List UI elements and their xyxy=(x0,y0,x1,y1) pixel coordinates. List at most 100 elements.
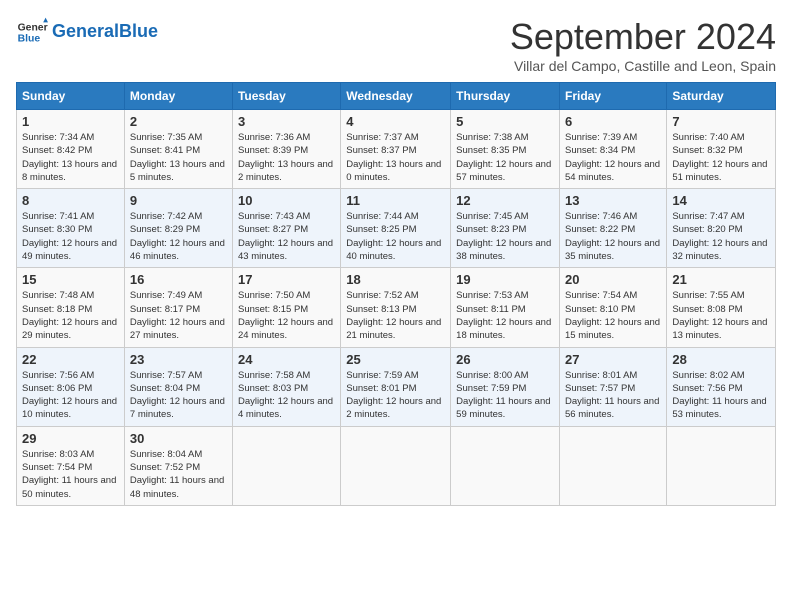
day-cell: 29 Sunrise: 8:03 AM Sunset: 7:54 PM Dayl… xyxy=(17,426,125,505)
header-day-sunday: Sunday xyxy=(17,83,125,110)
day-cell: 6 Sunrise: 7:39 AM Sunset: 8:34 PM Dayli… xyxy=(560,110,667,189)
day-info: Sunrise: 7:41 AM Sunset: 8:30 PM Dayligh… xyxy=(22,210,119,263)
day-number: 13 xyxy=(565,193,661,208)
day-number: 4 xyxy=(346,114,445,129)
day-info: Sunrise: 7:57 AM Sunset: 8:04 PM Dayligh… xyxy=(130,369,227,422)
day-info: Sunrise: 8:02 AM Sunset: 7:56 PM Dayligh… xyxy=(672,369,770,422)
header-day-thursday: Thursday xyxy=(451,83,560,110)
day-cell: 26 Sunrise: 8:00 AM Sunset: 7:59 PM Dayl… xyxy=(451,347,560,426)
logo: General Blue GeneralBlue xyxy=(16,16,158,48)
week-row-5: 29 Sunrise: 8:03 AM Sunset: 7:54 PM Dayl… xyxy=(17,426,776,505)
day-info: Sunrise: 7:48 AM Sunset: 8:18 PM Dayligh… xyxy=(22,289,119,342)
day-cell: 4 Sunrise: 7:37 AM Sunset: 8:37 PM Dayli… xyxy=(341,110,451,189)
day-cell: 12 Sunrise: 7:45 AM Sunset: 8:23 PM Dayl… xyxy=(451,189,560,268)
day-info: Sunrise: 7:39 AM Sunset: 8:34 PM Dayligh… xyxy=(565,131,661,184)
day-cell: 10 Sunrise: 7:43 AM Sunset: 8:27 PM Dayl… xyxy=(232,189,340,268)
week-row-3: 15 Sunrise: 7:48 AM Sunset: 8:18 PM Dayl… xyxy=(17,268,776,347)
day-number: 15 xyxy=(22,272,119,287)
day-info: Sunrise: 7:47 AM Sunset: 8:20 PM Dayligh… xyxy=(672,210,770,263)
svg-text:General: General xyxy=(18,22,48,33)
svg-text:Blue: Blue xyxy=(18,34,41,45)
day-number: 27 xyxy=(565,352,661,367)
day-number: 18 xyxy=(346,272,445,287)
day-cell: 25 Sunrise: 7:59 AM Sunset: 8:01 PM Dayl… xyxy=(341,347,451,426)
day-info: Sunrise: 7:52 AM Sunset: 8:13 PM Dayligh… xyxy=(346,289,445,342)
header: General Blue GeneralBlue September 2024 … xyxy=(16,16,776,74)
day-cell: 13 Sunrise: 7:46 AM Sunset: 8:22 PM Dayl… xyxy=(560,189,667,268)
day-number: 7 xyxy=(672,114,770,129)
day-info: Sunrise: 8:01 AM Sunset: 7:57 PM Dayligh… xyxy=(565,369,661,422)
day-number: 16 xyxy=(130,272,227,287)
day-info: Sunrise: 7:55 AM Sunset: 8:08 PM Dayligh… xyxy=(672,289,770,342)
day-cell xyxy=(451,426,560,505)
day-info: Sunrise: 7:36 AM Sunset: 8:39 PM Dayligh… xyxy=(238,131,335,184)
header-day-monday: Monday xyxy=(124,83,232,110)
day-cell: 9 Sunrise: 7:42 AM Sunset: 8:29 PM Dayli… xyxy=(124,189,232,268)
week-row-4: 22 Sunrise: 7:56 AM Sunset: 8:06 PM Dayl… xyxy=(17,347,776,426)
day-number: 29 xyxy=(22,431,119,446)
day-cell: 21 Sunrise: 7:55 AM Sunset: 8:08 PM Dayl… xyxy=(667,268,776,347)
day-number: 9 xyxy=(130,193,227,208)
title-section: September 2024 Villar del Campo, Castill… xyxy=(510,16,776,74)
header-day-wednesday: Wednesday xyxy=(341,83,451,110)
day-cell xyxy=(560,426,667,505)
day-number: 19 xyxy=(456,272,554,287)
day-cell xyxy=(341,426,451,505)
day-cell: 1 Sunrise: 7:34 AM Sunset: 8:42 PM Dayli… xyxy=(17,110,125,189)
day-cell: 20 Sunrise: 7:54 AM Sunset: 8:10 PM Dayl… xyxy=(560,268,667,347)
day-cell: 2 Sunrise: 7:35 AM Sunset: 8:41 PM Dayli… xyxy=(124,110,232,189)
week-row-1: 1 Sunrise: 7:34 AM Sunset: 8:42 PM Dayli… xyxy=(17,110,776,189)
day-number: 5 xyxy=(456,114,554,129)
day-cell: 7 Sunrise: 7:40 AM Sunset: 8:32 PM Dayli… xyxy=(667,110,776,189)
header-day-saturday: Saturday xyxy=(667,83,776,110)
day-cell: 19 Sunrise: 7:53 AM Sunset: 8:11 PM Dayl… xyxy=(451,268,560,347)
day-cell: 8 Sunrise: 7:41 AM Sunset: 8:30 PM Dayli… xyxy=(17,189,125,268)
day-info: Sunrise: 7:35 AM Sunset: 8:41 PM Dayligh… xyxy=(130,131,227,184)
calendar-subtitle: Villar del Campo, Castille and Leon, Spa… xyxy=(510,58,776,74)
day-number: 17 xyxy=(238,272,335,287)
day-info: Sunrise: 7:50 AM Sunset: 8:15 PM Dayligh… xyxy=(238,289,335,342)
logo-text: GeneralBlue xyxy=(52,22,158,42)
day-number: 3 xyxy=(238,114,335,129)
header-day-tuesday: Tuesday xyxy=(232,83,340,110)
day-number: 21 xyxy=(672,272,770,287)
day-cell: 18 Sunrise: 7:52 AM Sunset: 8:13 PM Dayl… xyxy=(341,268,451,347)
day-info: Sunrise: 7:43 AM Sunset: 8:27 PM Dayligh… xyxy=(238,210,335,263)
day-info: Sunrise: 7:59 AM Sunset: 8:01 PM Dayligh… xyxy=(346,369,445,422)
day-info: Sunrise: 8:00 AM Sunset: 7:59 PM Dayligh… xyxy=(456,369,554,422)
header-day-friday: Friday xyxy=(560,83,667,110)
day-info: Sunrise: 8:03 AM Sunset: 7:54 PM Dayligh… xyxy=(22,448,119,501)
day-number: 10 xyxy=(238,193,335,208)
day-number: 12 xyxy=(456,193,554,208)
day-info: Sunrise: 7:53 AM Sunset: 8:11 PM Dayligh… xyxy=(456,289,554,342)
day-cell: 22 Sunrise: 7:56 AM Sunset: 8:06 PM Dayl… xyxy=(17,347,125,426)
day-number: 14 xyxy=(672,193,770,208)
day-cell xyxy=(232,426,340,505)
calendar-title: September 2024 xyxy=(510,16,776,58)
day-cell: 23 Sunrise: 7:57 AM Sunset: 8:04 PM Dayl… xyxy=(124,347,232,426)
day-cell: 5 Sunrise: 7:38 AM Sunset: 8:35 PM Dayli… xyxy=(451,110,560,189)
day-number: 24 xyxy=(238,352,335,367)
day-info: Sunrise: 8:04 AM Sunset: 7:52 PM Dayligh… xyxy=(130,448,227,501)
day-number: 1 xyxy=(22,114,119,129)
day-number: 26 xyxy=(456,352,554,367)
day-number: 20 xyxy=(565,272,661,287)
day-info: Sunrise: 7:42 AM Sunset: 8:29 PM Dayligh… xyxy=(130,210,227,263)
day-number: 30 xyxy=(130,431,227,446)
day-info: Sunrise: 7:46 AM Sunset: 8:22 PM Dayligh… xyxy=(565,210,661,263)
day-number: 28 xyxy=(672,352,770,367)
logo-blue: Blue xyxy=(119,21,158,41)
day-number: 23 xyxy=(130,352,227,367)
day-info: Sunrise: 7:37 AM Sunset: 8:37 PM Dayligh… xyxy=(346,131,445,184)
week-row-2: 8 Sunrise: 7:41 AM Sunset: 8:30 PM Dayli… xyxy=(17,189,776,268)
day-cell: 15 Sunrise: 7:48 AM Sunset: 8:18 PM Dayl… xyxy=(17,268,125,347)
day-cell: 3 Sunrise: 7:36 AM Sunset: 8:39 PM Dayli… xyxy=(232,110,340,189)
day-info: Sunrise: 7:45 AM Sunset: 8:23 PM Dayligh… xyxy=(456,210,554,263)
day-info: Sunrise: 7:34 AM Sunset: 8:42 PM Dayligh… xyxy=(22,131,119,184)
day-cell: 17 Sunrise: 7:50 AM Sunset: 8:15 PM Dayl… xyxy=(232,268,340,347)
day-cell xyxy=(667,426,776,505)
day-cell: 28 Sunrise: 8:02 AM Sunset: 7:56 PM Dayl… xyxy=(667,347,776,426)
day-number: 2 xyxy=(130,114,227,129)
day-info: Sunrise: 7:58 AM Sunset: 8:03 PM Dayligh… xyxy=(238,369,335,422)
day-info: Sunrise: 7:38 AM Sunset: 8:35 PM Dayligh… xyxy=(456,131,554,184)
